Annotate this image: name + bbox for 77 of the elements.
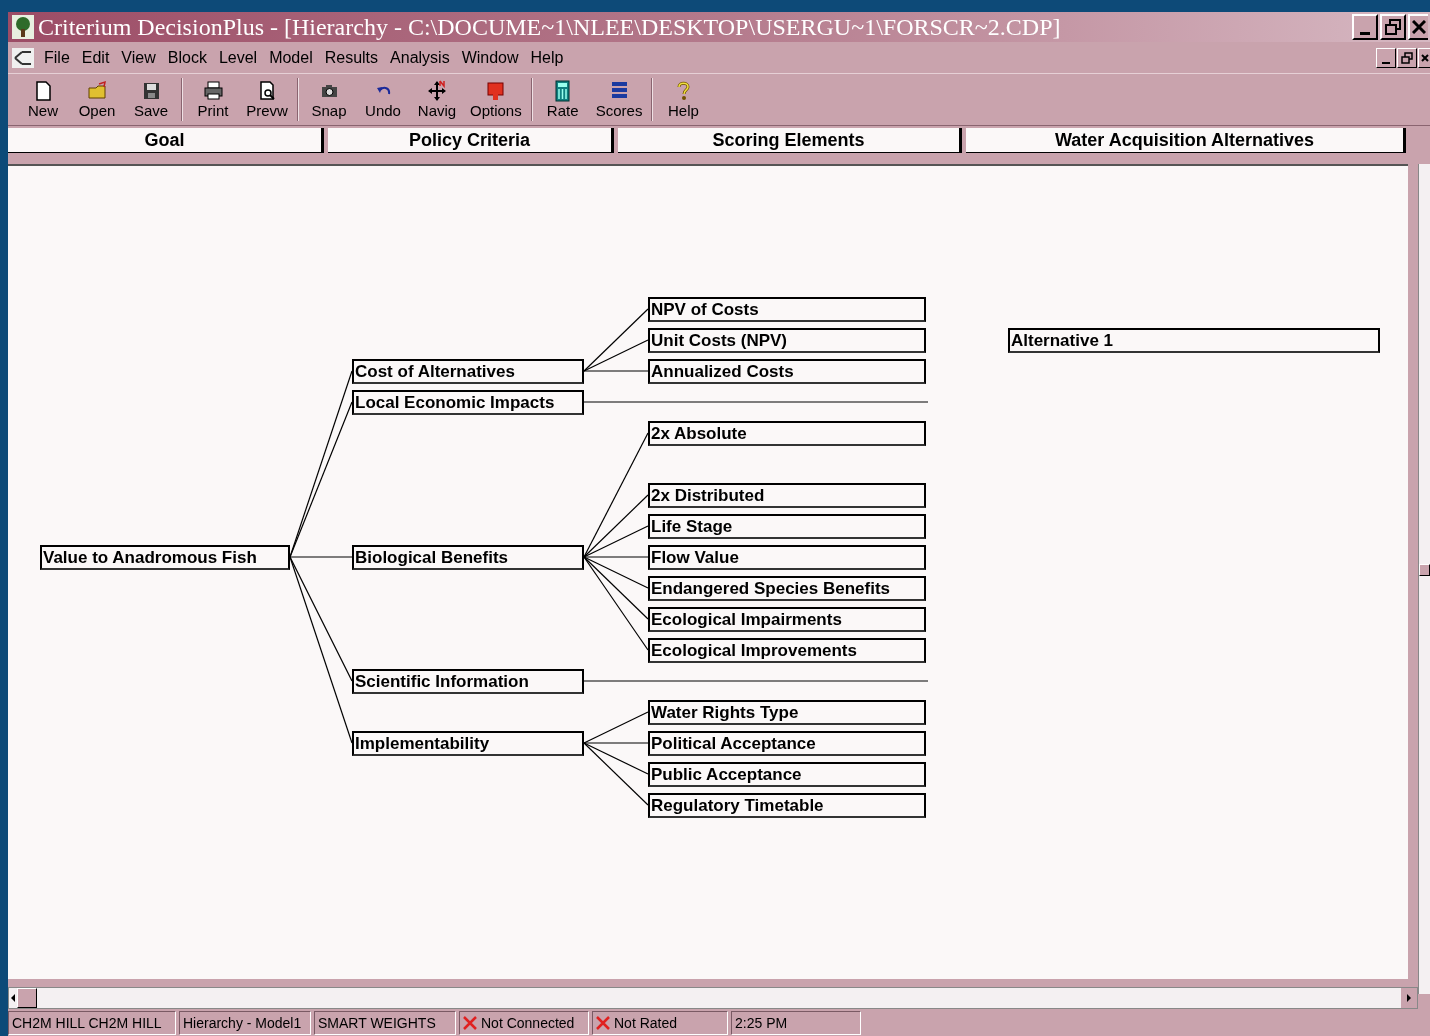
compass-arrows-icon — [426, 79, 448, 102]
horizontal-scrollbar[interactable] — [8, 987, 1418, 1009]
hierarchy-node[interactable]: Endangered Species Benefits — [648, 576, 926, 601]
restore-button[interactable] — [1380, 14, 1406, 40]
status-text: Hierarchy - Model1 — [183, 1013, 302, 1033]
status-text: 2:25 PM — [735, 1013, 788, 1033]
hierarchy-node[interactable]: Annualized Costs — [648, 359, 926, 384]
minimize-button[interactable] — [1352, 14, 1378, 40]
hierarchy-node[interactable]: Unit Costs (NPV) — [648, 328, 926, 353]
toolbar-button[interactable]: Undo — [356, 74, 410, 125]
restore-icon — [1401, 51, 1413, 64]
toolbar-button[interactable]: Rate — [535, 74, 590, 125]
menu-item[interactable]: View — [115, 45, 162, 70]
menu-item[interactable]: File — [38, 45, 76, 70]
hierarchy-node[interactable]: Life Stage — [648, 514, 926, 539]
restore-button[interactable] — [1397, 47, 1417, 68]
menu-item[interactable]: Block — [161, 45, 213, 70]
hierarchy-node[interactable]: 2x Distributed — [648, 483, 926, 508]
hierarchy-node[interactable]: Scientific Information — [352, 669, 584, 694]
window-title: Criterium DecisionPlus - [Hierarchy - C:\DOCUME~1\NLEE\DESKTOP\USERGU~1\FORSCR~2.CDP] — [38, 13, 1061, 42]
close-icon — [1420, 52, 1429, 63]
scroll-thumb[interactable] — [17, 988, 37, 1008]
toolbar-button[interactable]: Navig — [410, 74, 464, 125]
toolbar-button[interactable]: Scores — [589, 74, 649, 125]
hierarchy-node[interactable]: Water Rights Type — [648, 700, 926, 725]
minimize-icon — [1360, 32, 1370, 35]
hierarchy-node[interactable]: Ecological Improvements — [648, 638, 926, 663]
hierarchy-node[interactable]: Alternative 1 — [1008, 328, 1380, 353]
toolbar-button[interactable]: New — [16, 74, 70, 125]
close-icon — [1412, 20, 1426, 34]
menu-item[interactable]: Results — [318, 45, 385, 70]
menu-item[interactable]: Analysis — [384, 45, 456, 70]
menu-item[interactable]: Help — [524, 45, 570, 70]
cross-icon — [463, 1016, 477, 1030]
close-button[interactable] — [1418, 47, 1430, 68]
scroll-thumb[interactable] — [1419, 564, 1430, 576]
toolbar-button[interactable]: Print — [186, 74, 240, 125]
undo-arrow-icon — [375, 86, 391, 95]
column-header: Policy Criteria — [328, 128, 614, 153]
toolbar-button[interactable]: Help — [656, 74, 711, 125]
toolbar-button[interactable]: Snap — [302, 74, 356, 125]
menu-item[interactable]: Model — [263, 45, 319, 70]
restore-icon — [1385, 19, 1401, 35]
tree-icon — [12, 15, 34, 39]
toolbar-button[interactable]: Save — [124, 74, 178, 125]
printer-icon — [202, 79, 224, 102]
hierarchy-node[interactable]: Regulatory Timetable — [648, 793, 926, 818]
hierarchy-node[interactable]: Implementability — [352, 731, 584, 756]
hierarchy-node[interactable]: Public Acceptance — [648, 762, 926, 787]
status-text: Not Connected — [481, 1013, 575, 1033]
status-text: Not Rated — [614, 1013, 678, 1033]
hierarchy-node[interactable]: Local Economic Impacts — [352, 390, 584, 415]
vertical-scrollbar[interactable] — [1418, 164, 1430, 994]
toolbar-button[interactable]: Prevw — [240, 74, 294, 125]
hierarchy-node[interactable]: Value to Anadromous Fish — [40, 545, 290, 570]
hierarchy-node[interactable]: NPV of Costs — [648, 297, 926, 322]
hierarchy-node[interactable]: Biological Benefits — [352, 545, 584, 570]
minimize-icon — [1382, 61, 1390, 64]
cross-icon — [596, 1016, 610, 1030]
hierarchy-node[interactable]: Ecological Impairments — [648, 607, 926, 632]
menu-item[interactable]: Window — [455, 45, 525, 70]
hierarchy-node[interactable]: Political Acceptance — [648, 731, 926, 756]
column-header: Goal — [8, 128, 324, 153]
toolbar-button[interactable]: Options — [464, 74, 528, 125]
hierarchy-node[interactable]: 2x Absolute — [648, 421, 926, 446]
close-button[interactable] — [1408, 14, 1428, 40]
status-text: SMART WEIGHTS — [318, 1013, 436, 1033]
column-header: Scoring Elements — [618, 128, 962, 153]
toolbar-button[interactable]: Open — [70, 74, 124, 125]
minimize-button[interactable] — [1376, 47, 1396, 68]
menu-item[interactable]: Edit — [75, 45, 116, 70]
status-text: CH2M HILL CH2M HILL — [12, 1013, 162, 1033]
hierarchy-node[interactable]: Cost of Alternatives — [352, 359, 584, 384]
hierarchy-node[interactable]: Flow Value — [648, 545, 926, 570]
folder-icon — [86, 79, 108, 102]
menu-item[interactable]: Level — [212, 45, 264, 70]
column-header: Water Acquisition Alternatives — [966, 128, 1406, 153]
